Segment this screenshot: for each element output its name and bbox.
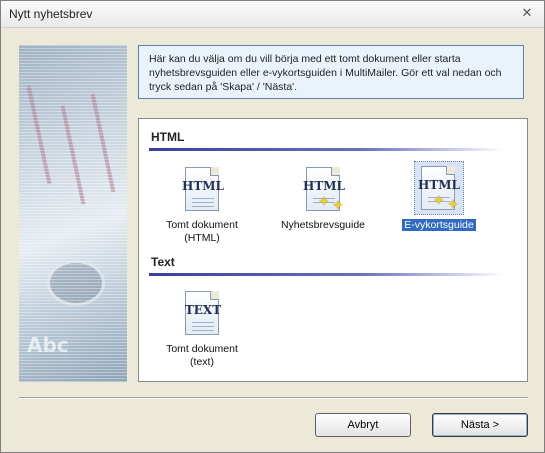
dialog-window: Nytt nyhetsbrev ✕ Abc Här kan du välja o…	[0, 0, 545, 453]
title-bar: Nytt nyhetsbrev ✕	[1, 1, 544, 28]
footer-separator	[19, 397, 528, 399]
template-tile-blank-text[interactable]: TEXT Tomt dokument (text)	[154, 287, 250, 369]
html-document-icon: HTML	[179, 163, 225, 215]
next-button[interactable]: Nästa >	[432, 413, 528, 437]
template-tile-ecard-wizard[interactable]: HTML ✦ ✦ E-vykortsguide	[391, 161, 487, 232]
section-label-html: HTML	[151, 130, 185, 144]
template-caption: E-vykortsguide	[402, 219, 476, 231]
side-banner-image: Abc	[19, 45, 127, 382]
info-box: Här kan du välja om du vill börja med et…	[138, 45, 524, 99]
template-panel: HTML HTML Tomt dokument (HTML) HTML ✦ ✦ …	[138, 118, 528, 382]
window-title: Nytt nyhetsbrev	[9, 7, 93, 21]
section-label-text: Text	[151, 255, 175, 269]
section-divider	[149, 148, 505, 151]
section-divider	[149, 273, 505, 276]
template-caption: Tomt dokument (text)	[166, 343, 238, 368]
template-tile-blank-html[interactable]: HTML Tomt dokument (HTML)	[154, 163, 250, 245]
close-icon[interactable]: ✕	[520, 6, 534, 20]
template-caption: Nyhetsbrevsguide	[280, 219, 366, 231]
html-wizard-icon: HTML ✦ ✦	[414, 161, 464, 215]
text-document-icon: TEXT	[179, 287, 225, 339]
template-tile-newsletter-wizard[interactable]: HTML ✦ ✦ Nyhetsbrevsguide	[275, 163, 371, 232]
template-caption: Tomt dokument (HTML)	[166, 219, 238, 244]
cancel-button[interactable]: Avbryt	[315, 413, 411, 437]
html-wizard-icon: HTML ✦ ✦	[300, 163, 346, 215]
info-text: Här kan du välja om du vill börja med et…	[149, 53, 502, 93]
